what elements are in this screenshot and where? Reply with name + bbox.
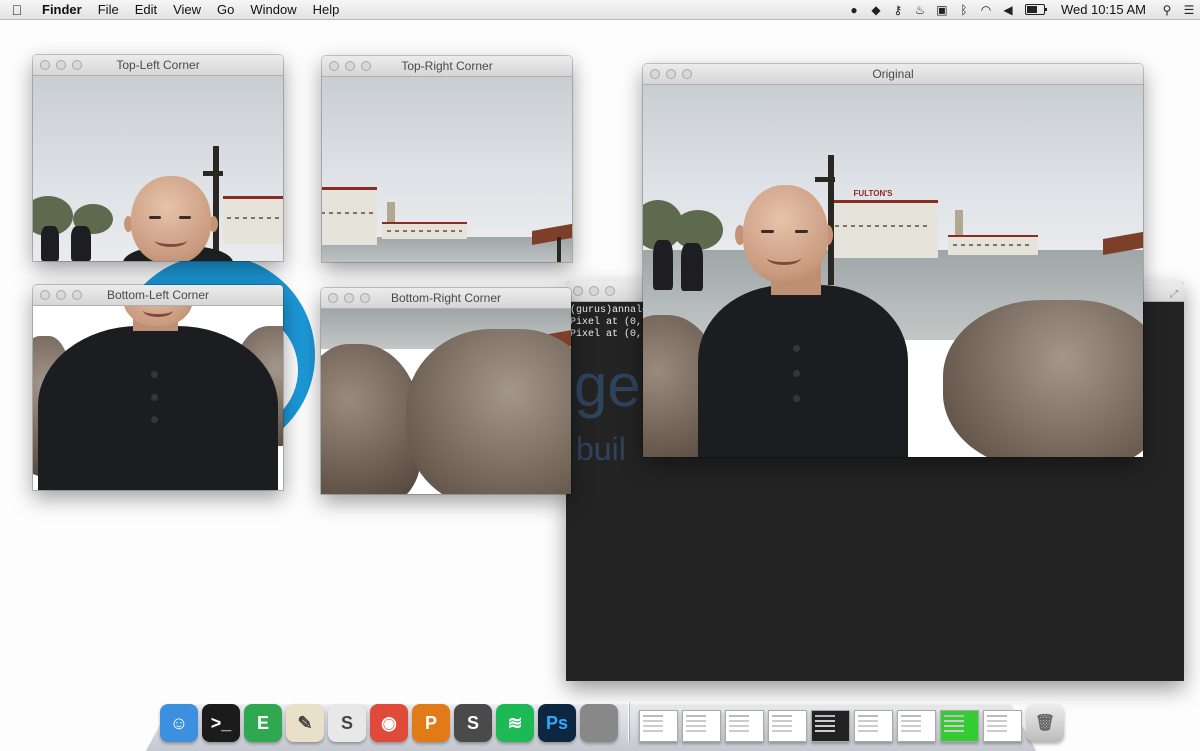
finder-icon[interactable]: ☺: [160, 704, 198, 742]
menu-go[interactable]: Go: [209, 0, 242, 19]
textedit-icon[interactable]: ✎: [286, 704, 324, 742]
search-icon[interactable]: ⚲: [1156, 0, 1178, 19]
image-view: [33, 306, 283, 490]
dropbox-icon[interactable]: ◆: [865, 0, 887, 19]
zoom-button[interactable]: [361, 61, 371, 71]
window-titlebar[interactable]: Top-Right Corner: [322, 56, 572, 77]
key-icon[interactable]: ⚷: [887, 0, 909, 19]
minimize-button[interactable]: [56, 60, 66, 70]
menu-edit[interactable]: Edit: [127, 0, 165, 19]
dock: ☺ >_ E ✎ S ◉ P S ≋ Ps 🗑: [160, 700, 1064, 742]
minimized-window-thumbnail[interactable]: [897, 710, 936, 742]
wifi-icon[interactable]: ◠: [975, 0, 997, 19]
status-area: ● ◆ ⚷ ♨ ▣ ᛒ ◠ ◀ Wed 10:15 AM ⚲ ☰: [843, 0, 1200, 19]
minimized-window-thumbnail[interactable]: [682, 710, 721, 742]
zoom-button[interactable]: [72, 60, 82, 70]
close-button[interactable]: [573, 286, 583, 296]
minimized-window-thumbnail[interactable]: [940, 710, 979, 742]
sublime-icon[interactable]: S: [454, 704, 492, 742]
menu-file[interactable]: File: [90, 0, 127, 19]
zoom-button[interactable]: [360, 293, 370, 303]
menu-view[interactable]: View: [165, 0, 209, 19]
original-window[interactable]: Original FULTON'S: [643, 64, 1143, 457]
window-title: Top-Left Corner: [116, 58, 200, 72]
battery-icon[interactable]: [1024, 4, 1047, 15]
boat-sign: FULTON'S: [853, 189, 893, 198]
clock[interactable]: Wed 10:15 AM: [1051, 2, 1156, 17]
chrome-icon[interactable]: ◉: [370, 704, 408, 742]
image-view: [322, 77, 572, 262]
window-title: Bottom-Right Corner: [390, 291, 502, 305]
window-titlebar[interactable]: Original: [643, 64, 1143, 85]
minimized-window-thumbnail[interactable]: [983, 710, 1022, 742]
spotify-icon[interactable]: ≋: [496, 704, 534, 742]
minimize-button[interactable]: [56, 290, 66, 300]
notification-center-icon[interactable]: ☰: [1178, 0, 1200, 19]
hangouts-icon[interactable]: ●: [843, 0, 865, 19]
trash-icon[interactable]: 🗑: [1026, 704, 1064, 742]
minimized-window-thumbnail[interactable]: [639, 710, 678, 742]
apple-menu-icon[interactable]: : [0, 2, 34, 18]
background-text: ge: [574, 352, 641, 419]
dock-separator: [628, 702, 629, 742]
minimized-window-thumbnail[interactable]: [725, 710, 764, 742]
top-right-corner-window[interactable]: Top-Right Corner: [322, 56, 572, 262]
close-button[interactable]: [40, 290, 50, 300]
window-titlebar[interactable]: Bottom-Left Corner: [33, 285, 283, 306]
close-button[interactable]: [40, 60, 50, 70]
minimized-window-thumbnail[interactable]: [854, 710, 893, 742]
menu-app-name[interactable]: Finder: [34, 0, 90, 19]
pycharm-icon[interactable]: P: [412, 704, 450, 742]
bottom-left-corner-window[interactable]: Bottom-Left Corner: [33, 285, 283, 490]
minimized-window-thumbnail[interactable]: [811, 710, 850, 742]
flame-icon[interactable]: ♨: [909, 0, 931, 19]
background-text: buil: [576, 431, 626, 467]
minimize-button[interactable]: [666, 69, 676, 79]
close-button[interactable]: [328, 293, 338, 303]
zoom-button[interactable]: [682, 69, 692, 79]
image-view: [321, 309, 571, 494]
menu-window[interactable]: Window: [242, 0, 304, 19]
menu-help[interactable]: Help: [305, 0, 348, 19]
minimize-button[interactable]: [344, 293, 354, 303]
image-view: [33, 76, 283, 261]
window-titlebar[interactable]: Bottom-Right Corner: [321, 288, 571, 309]
bottom-right-corner-window[interactable]: Bottom-Right Corner: [321, 288, 571, 494]
window-app-icon[interactable]: [580, 704, 618, 742]
evernote-icon[interactable]: E: [244, 704, 282, 742]
photoshop-icon[interactable]: Ps: [538, 704, 576, 742]
text-input-icon[interactable]: ▣: [931, 0, 953, 19]
fullscreen-icon[interactable]: ⤢: [1170, 285, 1178, 305]
window-title: Original: [872, 67, 914, 81]
volume-icon[interactable]: ◀: [997, 0, 1019, 19]
minimized-window-thumbnail[interactable]: [768, 710, 807, 742]
minimize-button[interactable]: [589, 286, 599, 296]
window-title: Bottom-Left Corner: [106, 288, 210, 302]
image-view: FULTON'S: [643, 85, 1143, 457]
terminal-icon[interactable]: >_: [202, 704, 240, 742]
close-button[interactable]: [650, 69, 660, 79]
close-button[interactable]: [329, 61, 339, 71]
zoom-button[interactable]: [72, 290, 82, 300]
menu-bar:  Finder File Edit View Go Window Help ●…: [0, 0, 1200, 20]
slack-icon[interactable]: S: [328, 704, 366, 742]
minimize-button[interactable]: [345, 61, 355, 71]
window-title: Top-Right Corner: [401, 59, 493, 73]
top-left-corner-window[interactable]: Top-Left Corner: [33, 55, 283, 261]
window-titlebar[interactable]: Top-Left Corner: [33, 55, 283, 76]
bluetooth-icon[interactable]: ᛒ: [953, 0, 975, 19]
zoom-button[interactable]: [605, 286, 615, 296]
